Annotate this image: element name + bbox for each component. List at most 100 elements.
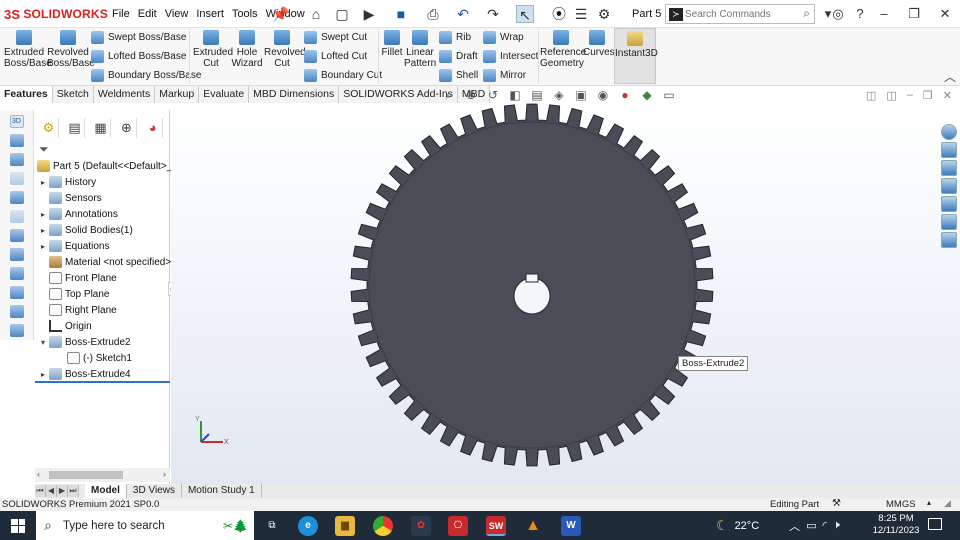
tree-item-material[interactable]: Material <not specified> [37, 254, 171, 270]
chrome-browser-icon[interactable] [373, 516, 393, 536]
curves-button[interactable]: Curves [583, 30, 615, 58]
menu-insert[interactable]: Insert [192, 8, 228, 20]
edge-browser-icon[interactable]: e [298, 516, 318, 536]
gear-bore-hole[interactable] [513, 277, 551, 315]
viewport-close-icon[interactable]: ✕ [943, 89, 952, 102]
measure-tool-icon[interactable] [9, 267, 24, 280]
tab-motion-study[interactable]: Motion Study 1 [182, 484, 262, 498]
tree-item-front-plane[interactable]: Front Plane [37, 270, 117, 286]
minimize-window-icon[interactable]: – [875, 6, 893, 22]
hide-show-items-icon[interactable]: ◉ [594, 87, 612, 103]
tree-item-boss-extrude4[interactable]: ▸ Boss-Extrude4 [37, 366, 131, 382]
tree-item-sensors[interactable]: Sensors [37, 190, 102, 206]
swept-boss-button[interactable]: Swept Boss/Base [91, 31, 186, 44]
status-units[interactable]: MMGS [886, 499, 916, 510]
weather-temperature[interactable]: 22°C [735, 520, 760, 532]
edit-tool-icon[interactable] [9, 229, 24, 242]
last-tab-icon[interactable]: ⏭ [68, 485, 79, 497]
body-tool-icon[interactable] [9, 305, 24, 318]
menu-file[interactable]: File [108, 8, 134, 20]
tab-mbd-dimensions[interactable]: MBD Dimensions [249, 86, 340, 103]
previous-view-icon[interactable]: ↺ [484, 87, 502, 103]
menu-edit[interactable]: Edit [134, 8, 161, 20]
search-icon[interactable]: ⌕ [803, 6, 810, 21]
view-orientation-icon[interactable]: ◈ [550, 87, 568, 103]
tab-features[interactable]: Features [0, 86, 53, 103]
mirror-button[interactable]: Mirror [483, 69, 526, 82]
3d-view-icon[interactable]: 3D [9, 115, 24, 128]
view-palette-icon[interactable] [941, 196, 957, 212]
tree-horizontal-scrollbar[interactable]: ‹ › [35, 468, 170, 482]
boundary-cut-button[interactable]: Boundary Cut [304, 69, 382, 82]
viewport-tile-icon[interactable]: ◫ [866, 89, 876, 102]
solidworks-resources-icon[interactable] [941, 124, 957, 140]
notification-center-icon[interactable] [928, 518, 942, 530]
help-icon[interactable]: ? [851, 6, 869, 22]
design-library-icon[interactable] [941, 142, 957, 158]
weather-moon-icon[interactable]: ☾ [716, 517, 729, 534]
gear-keyway[interactable] [525, 273, 539, 283]
expand-arrow-icon[interactable]: ▸ [37, 178, 49, 187]
select-cursor-icon[interactable]: ↖ [516, 5, 534, 23]
system-clock[interactable]: 8:25 PM 12/11/2023 [868, 513, 924, 537]
view-settings-icon[interactable]: ▭ [660, 87, 678, 103]
viewport-split-icon[interactable]: ◫ [886, 89, 896, 102]
undo-icon[interactable]: ↶ [454, 5, 472, 23]
custom-properties-icon[interactable] [941, 232, 957, 248]
account-icon[interactable]: ◎ [829, 6, 847, 22]
configuration-manager-tab-icon[interactable]: ▦ [91, 118, 111, 138]
dynamic-annotation-icon[interactable]: ▤ [528, 87, 546, 103]
lofted-boss-button[interactable]: Lofted Boss/Base [91, 50, 186, 63]
vlc-player-icon[interactable]: ▲ [523, 516, 543, 536]
tree-item-annotations[interactable]: ▸ Annotations [37, 206, 118, 222]
collapse-arrow-icon[interactable]: ▾ [37, 338, 49, 347]
battery-icon[interactable]: ▭ [806, 519, 816, 532]
collapse-ribbon-icon[interactable]: ︿ [944, 68, 956, 85]
instant3d-button[interactable]: Instant3D [614, 28, 658, 84]
shell-button[interactable]: Shell [439, 69, 478, 82]
first-tab-icon[interactable]: ⏮ [35, 485, 46, 497]
restore-window-icon[interactable]: ❐ [905, 6, 923, 22]
cube-tool-icon[interactable] [9, 248, 24, 261]
intersect-button[interactable]: Intersect [483, 50, 538, 63]
tree-item-top-plane[interactable]: Top Plane [37, 286, 109, 302]
print-icon[interactable]: ⎙ [424, 5, 442, 23]
gear-model[interactable] [350, 103, 714, 467]
next-tab-icon[interactable]: ▶ [57, 485, 68, 497]
graphics-area[interactable]: ◫ ◫ – ❐ ✕ Y X [171, 89, 960, 484]
paint-app-icon[interactable]: ✿ [411, 516, 431, 536]
home-icon[interactable]: ⌂ [307, 5, 325, 23]
tab-sketch[interactable]: Sketch [52, 86, 94, 103]
zoom-area-icon[interactable]: ⊕ [462, 87, 480, 103]
search-input[interactable] [685, 7, 793, 21]
feature-manager-tab-icon[interactable]: ⚙ [39, 118, 59, 138]
new-document-icon[interactable]: ▢ [333, 5, 351, 23]
rollback-bar[interactable] [35, 381, 170, 383]
expand-arrow-icon[interactable]: ▸ [37, 370, 49, 379]
tree-root[interactable]: Part 5 (Default<<Default>_D [37, 158, 179, 174]
resize-grip-icon[interactable]: ◢ [944, 498, 951, 509]
volume-icon[interactable]: 🕨 [833, 519, 840, 532]
expand-arrow-icon[interactable]: ▸ [37, 210, 49, 219]
lofted-cut-button[interactable]: Lofted Cut [304, 50, 367, 63]
open-icon[interactable]: ▶ [360, 5, 378, 23]
viewport-restore-icon[interactable]: ❐ [923, 89, 933, 102]
network-icon[interactable]: ◜ [823, 519, 827, 532]
edit-appearance-icon[interactable]: ● [616, 87, 634, 103]
scroll-left-icon[interactable]: ‹ [37, 469, 40, 479]
property-manager-tab-icon[interactable]: ▤ [65, 118, 85, 138]
apply-scene-icon[interactable]: ◆ [638, 87, 656, 103]
redo-icon[interactable]: ↷ [484, 5, 502, 23]
tree-item-boss-extrude2[interactable]: ▾ Boss-Extrude2 [37, 334, 131, 350]
extruded-boss-button[interactable]: Extruded Boss/Base [4, 30, 52, 69]
search-highlight-icon[interactable]: ✂🌲 [223, 519, 248, 533]
reference-geometry-button[interactable]: Reference Geometry [540, 30, 586, 69]
tree-item-history[interactable]: ▸ History [37, 174, 96, 190]
section-view-icon[interactable]: ◧ [506, 87, 524, 103]
tab-markup[interactable]: Markup [155, 86, 200, 103]
revolved-boss-button[interactable]: Revolved Boss/Base [47, 30, 95, 69]
color-tool-icon[interactable] [9, 286, 24, 299]
model-canvas[interactable]: Y X [171, 103, 960, 484]
solidworks-logo[interactable]: 3S SOLIDWORKS [4, 6, 108, 22]
scroll-right-icon[interactable]: › [163, 469, 166, 479]
